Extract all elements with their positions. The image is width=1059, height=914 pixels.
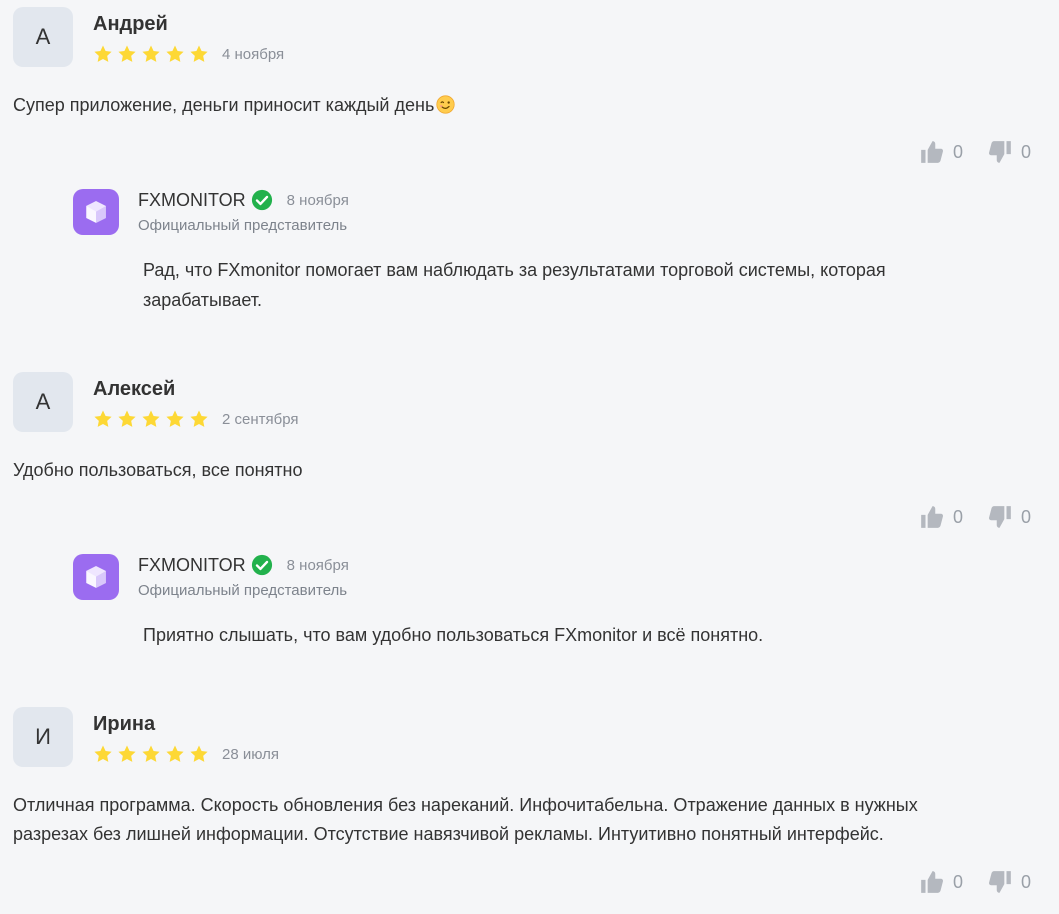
- reply-header: FXMONITOR 8 ноября: [138, 554, 349, 576]
- dislike-count: 0: [1020, 871, 1031, 892]
- thumbs-down-icon: [988, 506, 1011, 528]
- reply-author: FXMONITOR: [138, 554, 246, 575]
- vote-bar: 0 0: [919, 869, 1031, 895]
- star-icon: [94, 410, 112, 427]
- thumbs-up-icon: [921, 871, 943, 893]
- review-date: 4 ноября: [222, 45, 285, 63]
- thumbs-down-icon: [988, 141, 1011, 163]
- like-count: 0: [952, 871, 963, 892]
- star-icon: [142, 45, 160, 62]
- reply-date: 8 ноября: [286, 191, 349, 209]
- star-rating: [93, 744, 209, 764]
- star-icon: [142, 410, 160, 427]
- like-button[interactable]: 0: [919, 139, 963, 165]
- verified-check-icon: [251, 554, 272, 576]
- dislike-button[interactable]: 0: [987, 139, 1031, 165]
- dislike-button[interactable]: 0: [987, 504, 1031, 530]
- like-button[interactable]: 0: [919, 869, 963, 895]
- star-icon: [118, 45, 136, 62]
- dislike-count: 0: [1020, 141, 1031, 162]
- rating-row: 4 ноября: [93, 44, 284, 64]
- rating-row: 28 июля: [93, 744, 279, 764]
- star-icon: [94, 45, 112, 62]
- reviews-page: А Андрей 4 ноября Супер приложение, день…: [0, 0, 1059, 914]
- star-rating: [93, 409, 209, 429]
- reply-author: FXMONITOR: [138, 189, 246, 210]
- avatar: А: [13, 7, 73, 67]
- brand-avatar: [73, 554, 119, 600]
- star-icon: [118, 410, 136, 427]
- like-count: 0: [952, 506, 963, 527]
- review-text-content: Супер приложение, деньги приносит каждый…: [13, 95, 435, 115]
- review-author: Андрей: [93, 13, 168, 35]
- avatar: А: [13, 372, 73, 432]
- dislike-button[interactable]: 0: [987, 869, 1031, 895]
- star-icon: [94, 745, 112, 762]
- star-icon: [166, 45, 184, 62]
- star-icon: [142, 745, 160, 762]
- rating-row: 2 сентября: [93, 409, 299, 429]
- vote-bar: 0 0: [919, 139, 1031, 165]
- brand-avatar: [73, 189, 119, 235]
- star-icon: [190, 45, 208, 62]
- star-icon: [190, 745, 208, 762]
- reply-text: Рад, что FXmonitor помогает вам наблюдат…: [143, 260, 886, 310]
- thumbs-up-icon: [921, 506, 943, 528]
- dislike-count: 0: [1020, 506, 1031, 527]
- box-logo-icon: [86, 201, 106, 223]
- review-text: Отличная программа. Скорость обновления …: [13, 795, 918, 844]
- reply-role: Официальный представитель: [138, 582, 348, 599]
- winking-face-icon: [436, 95, 455, 114]
- review-text: Удобно пользоваться, все понятно: [13, 460, 303, 480]
- like-count: 0: [952, 141, 963, 162]
- review-date: 2 сентября: [222, 410, 299, 428]
- reply-role: Официальный представитель: [138, 217, 348, 234]
- avatar: И: [13, 707, 73, 767]
- star-icon: [166, 410, 184, 427]
- reply-text: Приятно слышать, что вам удобно пользова…: [143, 625, 764, 645]
- vote-bar: 0 0: [919, 504, 1031, 530]
- thumbs-up-icon: [921, 141, 943, 163]
- star-icon: [166, 745, 184, 762]
- box-logo-icon: [86, 566, 106, 588]
- review-author: Ирина: [93, 713, 156, 735]
- reply-header: FXMONITOR 8 ноября: [138, 189, 349, 211]
- review-text: Супер приложение, деньги приносит каждый…: [13, 91, 973, 120]
- star-icon: [118, 745, 136, 762]
- thumbs-down-icon: [988, 871, 1011, 893]
- review-author: Алексей: [93, 378, 176, 400]
- star-rating: [93, 44, 209, 64]
- like-button[interactable]: 0: [919, 504, 963, 530]
- verified-check-icon: [251, 189, 272, 211]
- star-icon: [190, 410, 208, 427]
- reply-date: 8 ноября: [286, 556, 349, 574]
- review-date: 28 июля: [222, 745, 280, 763]
